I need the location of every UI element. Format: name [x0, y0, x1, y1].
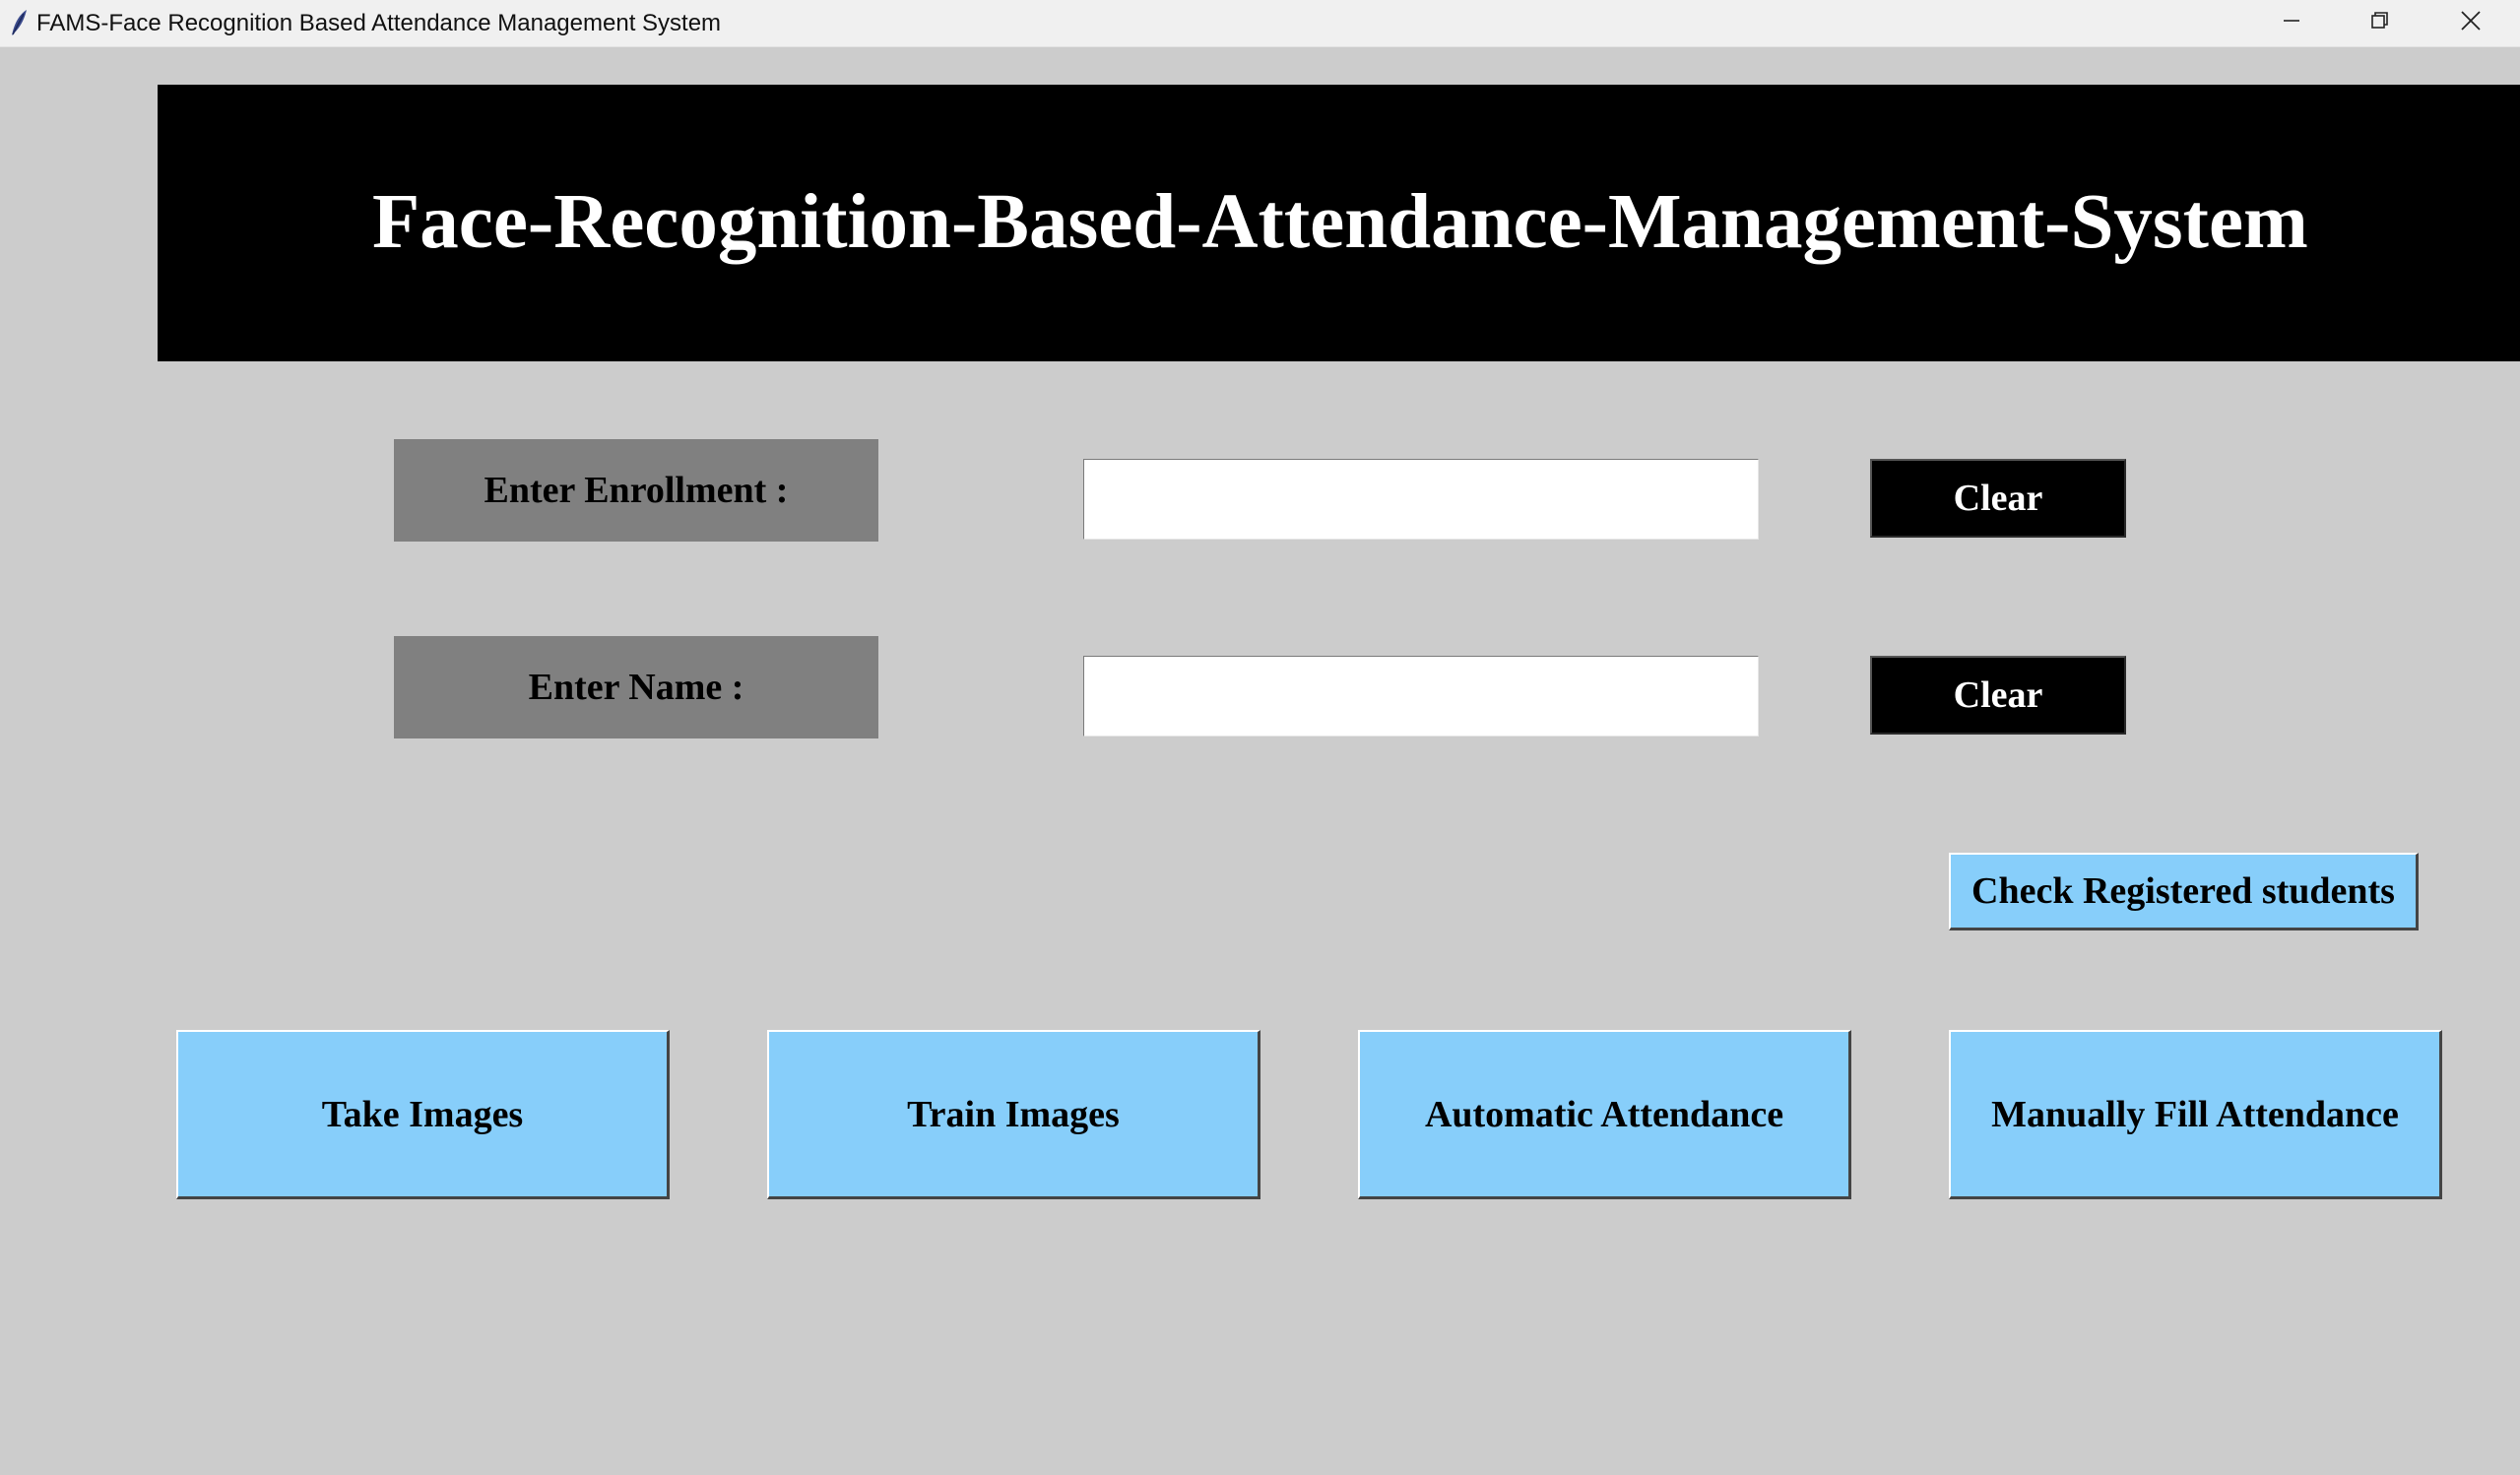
maximize-button[interactable] — [2336, 0, 2424, 46]
page-title: Face-Recognition-Based-Attendance-Manage… — [372, 179, 2308, 265]
feather-icon — [8, 8, 30, 37]
app-window: FAMS-Face Recognition Based Attendance M… — [0, 0, 2520, 1475]
enrollment-input[interactable] — [1083, 459, 1759, 540]
check-registered-students-button[interactable]: Check Registered students — [1949, 853, 2419, 930]
train-images-button[interactable]: Train Images — [767, 1030, 1260, 1199]
take-images-button[interactable]: Take Images — [176, 1030, 670, 1199]
enrollment-label: Enter Enrollment : — [394, 439, 878, 542]
name-label: Enter Name : — [394, 636, 878, 738]
window-title: FAMS-Face Recognition Based Attendance M… — [36, 10, 722, 36]
minimize-button[interactable] — [2247, 0, 2336, 46]
restore-icon — [2370, 11, 2390, 35]
clear-enrollment-button[interactable]: Clear — [1870, 459, 2126, 538]
manually-fill-attendance-button[interactable]: Manually Fill Attendance — [1949, 1030, 2442, 1199]
header-banner: Face-Recognition-Based-Attendance-Manage… — [158, 85, 2520, 361]
name-input[interactable] — [1083, 656, 1759, 737]
close-icon — [2460, 10, 2482, 36]
automatic-attendance-button[interactable]: Automatic Attendance — [1358, 1030, 1851, 1199]
minimize-icon — [2282, 11, 2301, 35]
close-button[interactable] — [2426, 0, 2515, 46]
clear-name-button[interactable]: Clear — [1870, 656, 2126, 735]
title-bar: FAMS-Face Recognition Based Attendance M… — [0, 0, 2520, 47]
